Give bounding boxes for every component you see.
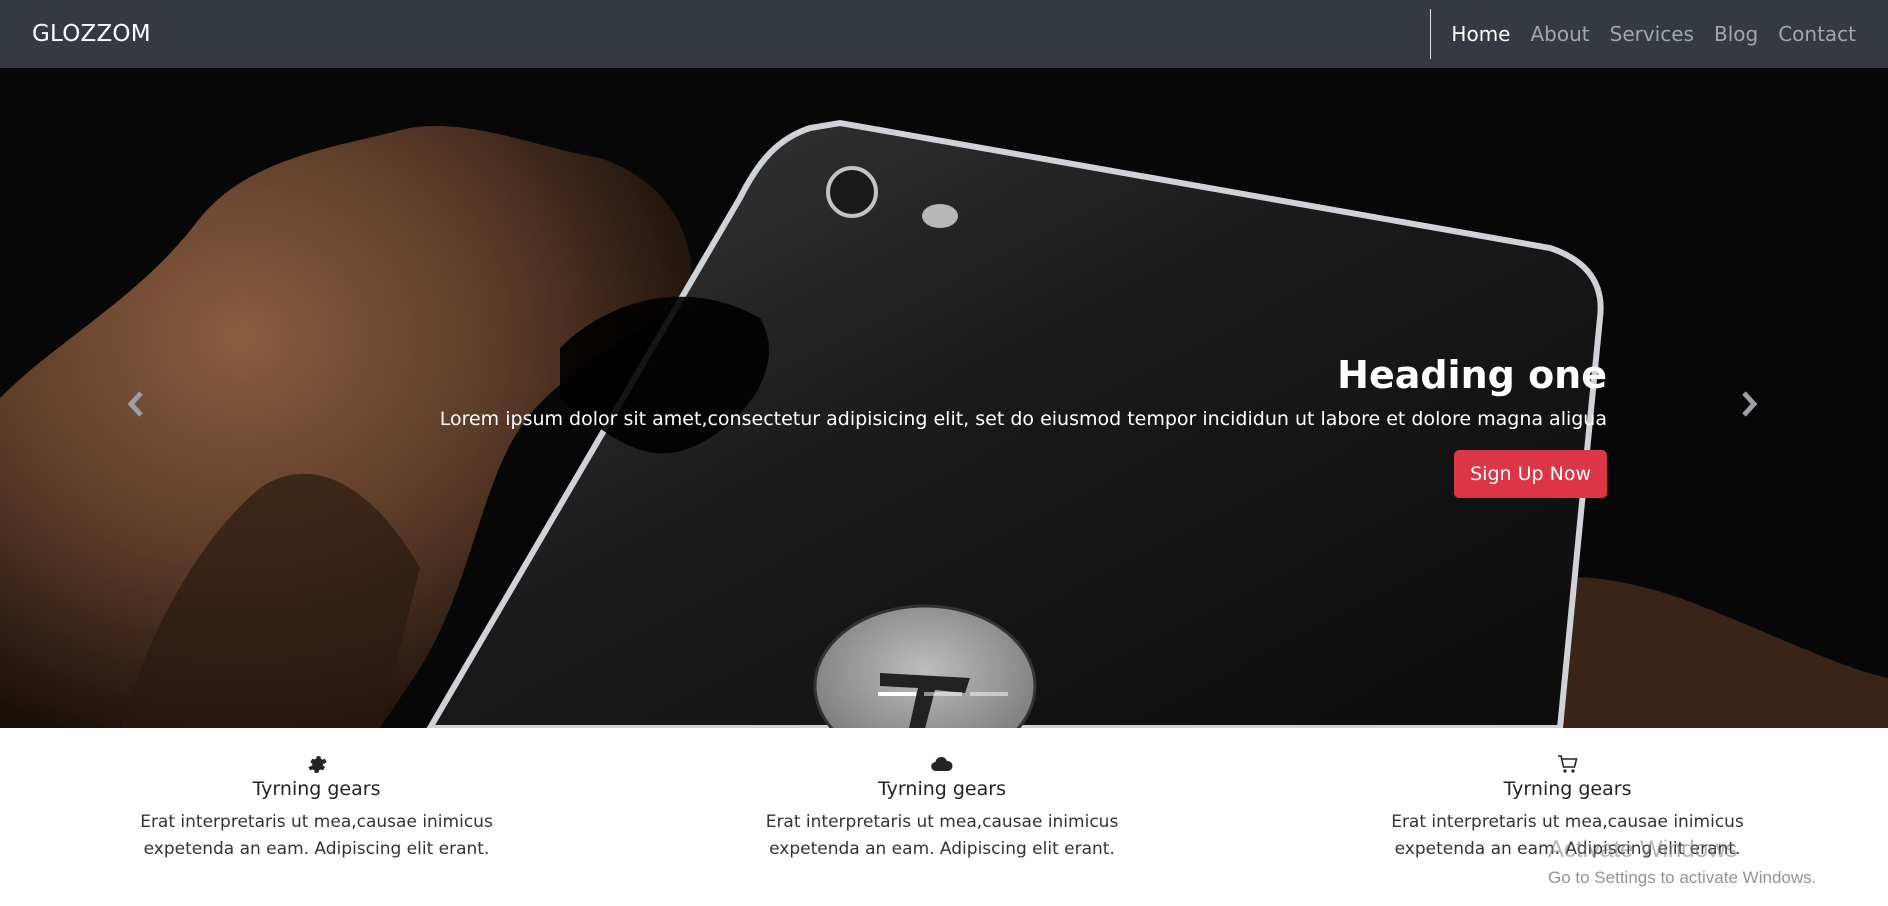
feature-card: Tyrning gears Erat interpretaris ut mea,… [0,728,633,906]
carousel-indicator[interactable] [970,692,1008,696]
carousel-caption: Heading one Lorem ipsum dolor sit amet,c… [407,350,1607,498]
feature-text: Erat interpretaris ut mea,causae inimicu… [765,812,1119,859]
carousel-next-button[interactable] [1729,384,1769,424]
chevron-right-icon [1742,391,1758,417]
navbar: GLOZZOM Home About Services Blog Contact [0,0,1888,68]
feature-title: Tyrning gears [878,778,1006,800]
nav-about[interactable]: About [1520,22,1599,46]
nav-blog[interactable]: Blog [1704,22,1768,46]
chevron-left-icon [127,391,143,417]
gear-icon [307,756,327,773]
carousel-indicators [878,692,1008,696]
nav-services[interactable]: Services [1600,22,1704,46]
nav-contact[interactable]: Contact [1768,22,1856,46]
feature-title: Tyrning gears [1503,778,1632,800]
sign-up-button[interactable]: Sign Up Now [1454,450,1607,498]
hero-heading: Heading one [1337,353,1607,397]
brand-logo[interactable]: GLOZZOM [32,21,151,47]
hero-text: Lorem ipsum dolor sit amet,consectetur a… [439,408,1607,430]
carousel-indicator[interactable] [878,692,916,696]
feature-text: Erat interpretaris ut mea,causae inimicu… [140,812,493,859]
nav-menu: Home About Services Blog Contact [1430,9,1856,59]
os-activation-watermark: Activate Windows Go to Settings to activ… [1548,836,1816,888]
carousel-indicator[interactable] [924,692,962,696]
activation-title: Activate Windows [1548,836,1738,863]
carousel-prev-button[interactable] [116,384,156,424]
activation-subtitle: Go to Settings to activate Windows. [1548,868,1817,887]
hero-carousel: Heading one Lorem ipsum dolor sit amet,c… [0,68,1888,728]
feature-title: Tyrning gears [252,778,381,800]
cart-icon [1557,755,1578,773]
feature-card: Tyrning gears Erat interpretaris ut mea,… [633,728,1251,906]
cloud-icon [931,756,953,772]
nav-home[interactable]: Home [1441,22,1520,46]
